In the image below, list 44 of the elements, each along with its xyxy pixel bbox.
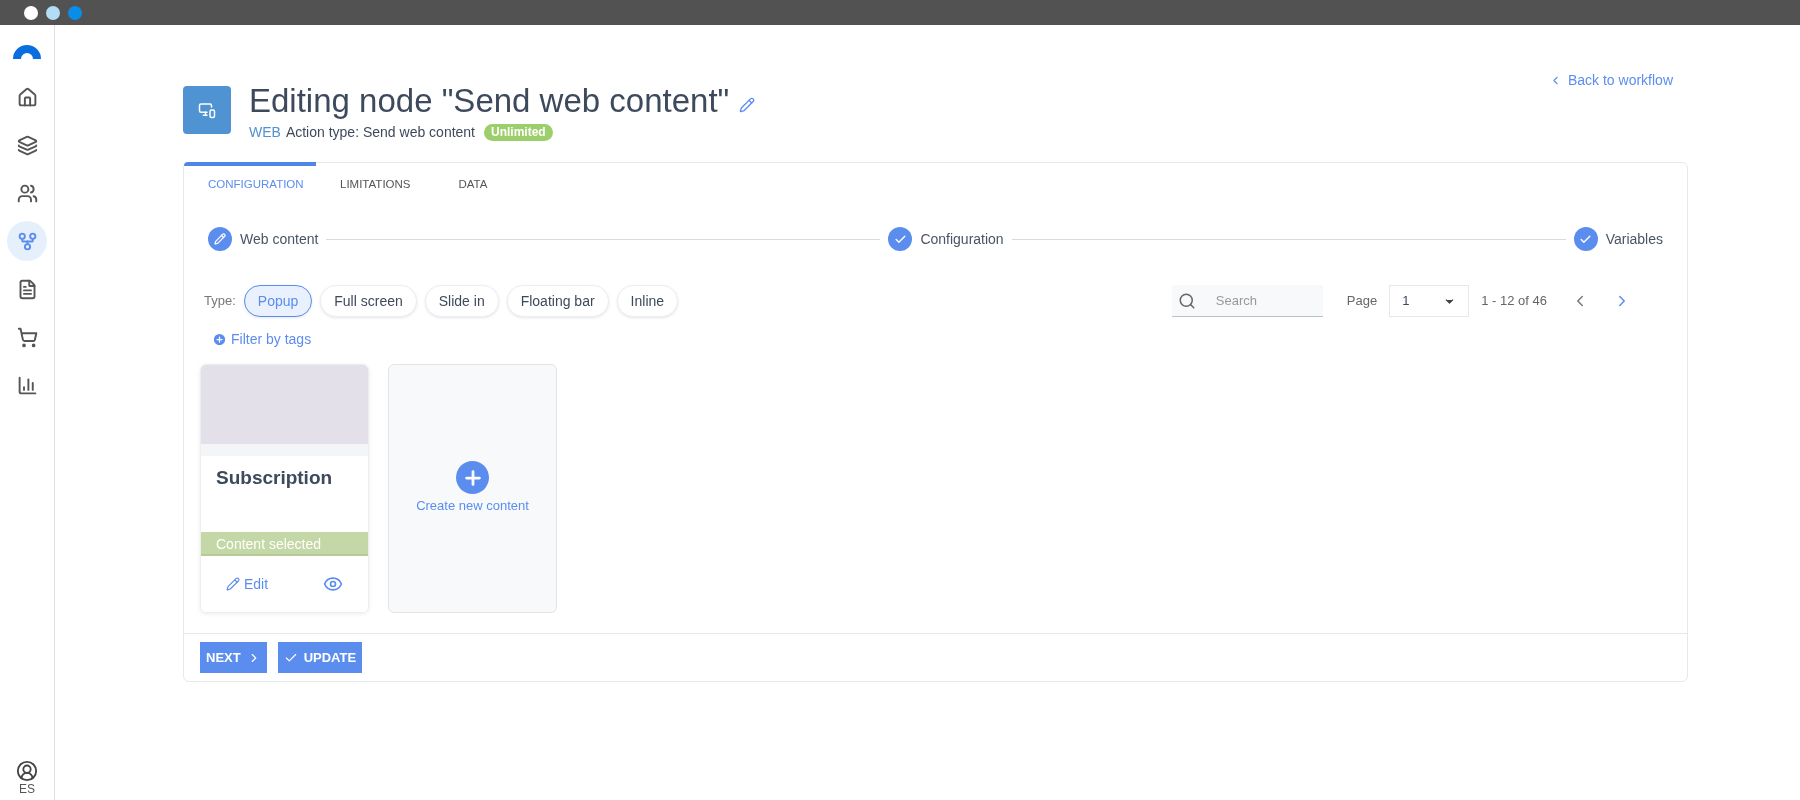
type-chip[interactable]: Full screen [320,285,417,317]
step-label: Variables [1605,229,1663,249]
channel-label: WEB [249,123,281,142]
window-control[interactable] [46,5,60,20]
type-chip[interactable]: Floating bar [506,285,609,317]
step-edit-icon [208,227,232,251]
search-icon [1177,292,1196,310]
action-type-text: Action type: Send web content [285,123,475,142]
content-title: Subscription [215,466,334,490]
window-control[interactable] [24,5,38,20]
step-label: Configuration [920,229,1004,249]
type-label: Type: [204,292,236,311]
type-chip[interactable]: Slide in [424,285,499,317]
tab[interactable]: LIMITATIONS [316,162,435,204]
page-range: 1 - 12 of 46 [1481,292,1547,311]
page-label: Page [1346,292,1378,311]
tab[interactable]: DATA [434,162,512,204]
page-select[interactable]: 1 [1389,285,1470,317]
step-done-icon [1573,227,1598,251]
step-done-icon [888,227,913,251]
layers-icon [16,134,38,156]
search-field[interactable]: Search [1171,285,1323,317]
devices-icon [198,101,216,119]
user-avatar-icon[interactable] [16,760,38,782]
selected-status: Content selected [201,532,368,556]
add-icon [456,461,489,495]
unlimited-badge: Unlimited [484,124,553,141]
cart-icon [16,326,38,348]
type-chip[interactable]: Inline [616,285,679,317]
preview-eye-icon[interactable] [323,574,343,594]
users-icon [16,182,38,204]
home-icon [16,86,38,108]
user-initials: ES [19,782,35,796]
bar-chart-icon [16,374,38,396]
page-title: Editing node "Send web content" [249,82,730,120]
logo-icon[interactable] [11,43,43,59]
edit-title-icon[interactable] [739,97,756,113]
pencil-icon [226,577,240,591]
branch-icon [16,230,38,252]
step-label: Web content [240,229,319,249]
create-content-label: Create new content [416,497,529,516]
content-card[interactable]: Subscription Content selected Edit [200,364,369,613]
sidebar-item[interactable] [7,221,47,261]
plus-circle-icon [212,332,227,347]
